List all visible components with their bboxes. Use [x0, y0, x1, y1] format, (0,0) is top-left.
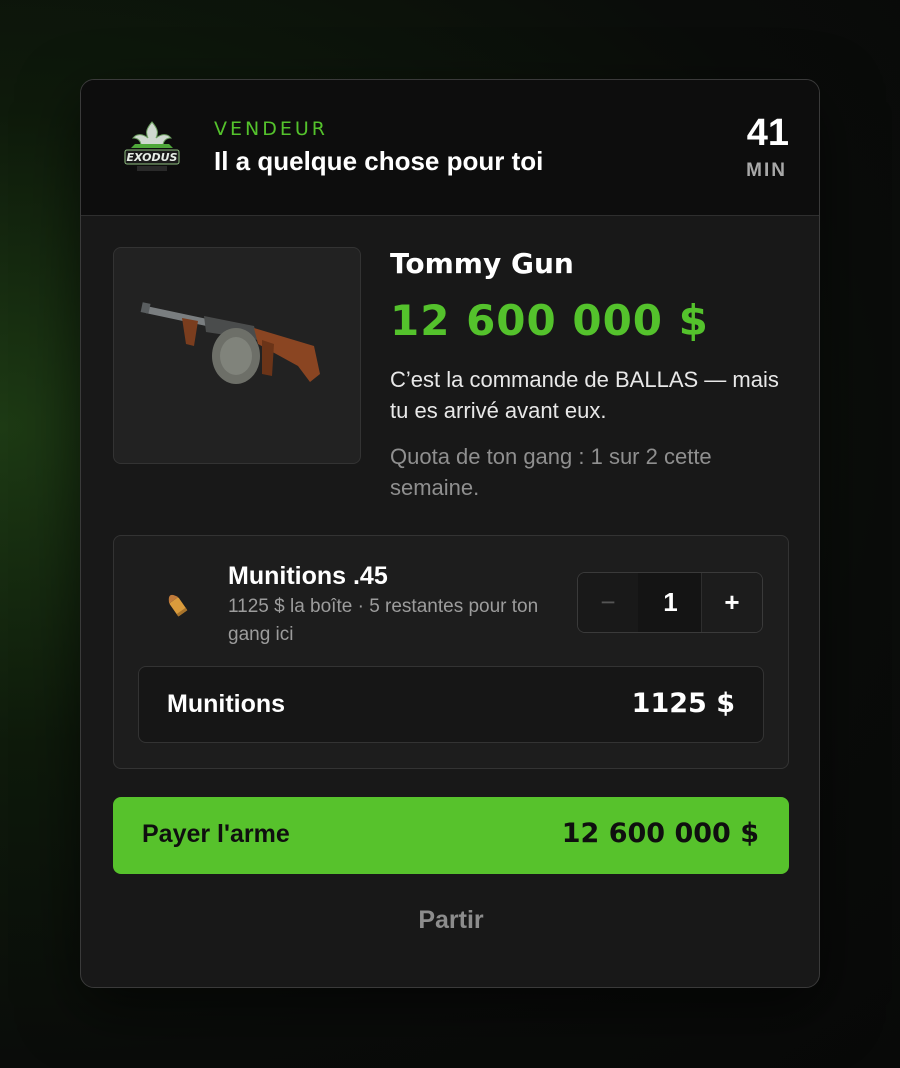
- ammo-section: Munitions .45 1125 $ la boîte · 5 restan…: [113, 535, 789, 769]
- seller-message: Il a quelque chose pour toi: [214, 146, 544, 176]
- seller-label: VENDEUR: [214, 118, 328, 140]
- leave-button[interactable]: Partir: [351, 906, 551, 946]
- quantity-value[interactable]: 1: [638, 573, 703, 632]
- exodus-logo: EXODUS: [119, 118, 185, 178]
- decrement-button[interactable]: −: [578, 573, 638, 632]
- timer-unit: MIN: [746, 160, 787, 181]
- ammo-name: Munitions .45: [228, 562, 388, 590]
- ammo-detail: 1125 $ la boîte · 5 restantes pour ton g…: [228, 596, 539, 645]
- pay-button-amount: 12 600 000 $: [561, 818, 759, 849]
- item-name: Tommy Gun: [390, 247, 574, 280]
- increment-button[interactable]: +: [701, 573, 762, 632]
- pay-button-label: Payer l'arme: [142, 820, 290, 848]
- ammo-summary: Munitions 1125 $: [138, 666, 764, 743]
- item-description: C’est la commande de BALLAS — mais tu es…: [390, 367, 779, 423]
- bullet-icon: [158, 586, 192, 625]
- dialog-header: EXODUS VENDEUR Il a quelque chose pour t…: [81, 80, 819, 216]
- item-price: 12 600 000 $: [390, 296, 709, 345]
- item-quota: Quota de ton gang : 1 sur 2 cette semain…: [390, 444, 712, 500]
- quantity-stepper: − 1 +: [577, 572, 763, 633]
- ammo-summary-value: 1125 $: [631, 688, 735, 719]
- vendor-dialog: EXODUS VENDEUR Il a quelque chose pour t…: [80, 79, 820, 988]
- timer-value: 41: [746, 112, 789, 154]
- svg-text:EXODUS: EXODUS: [127, 151, 178, 164]
- pay-weapon-button[interactable]: Payer l'arme 12 600 000 $: [113, 797, 789, 874]
- ammo-summary-label: Munitions: [167, 690, 286, 718]
- tommy-gun-image: [113, 247, 361, 464]
